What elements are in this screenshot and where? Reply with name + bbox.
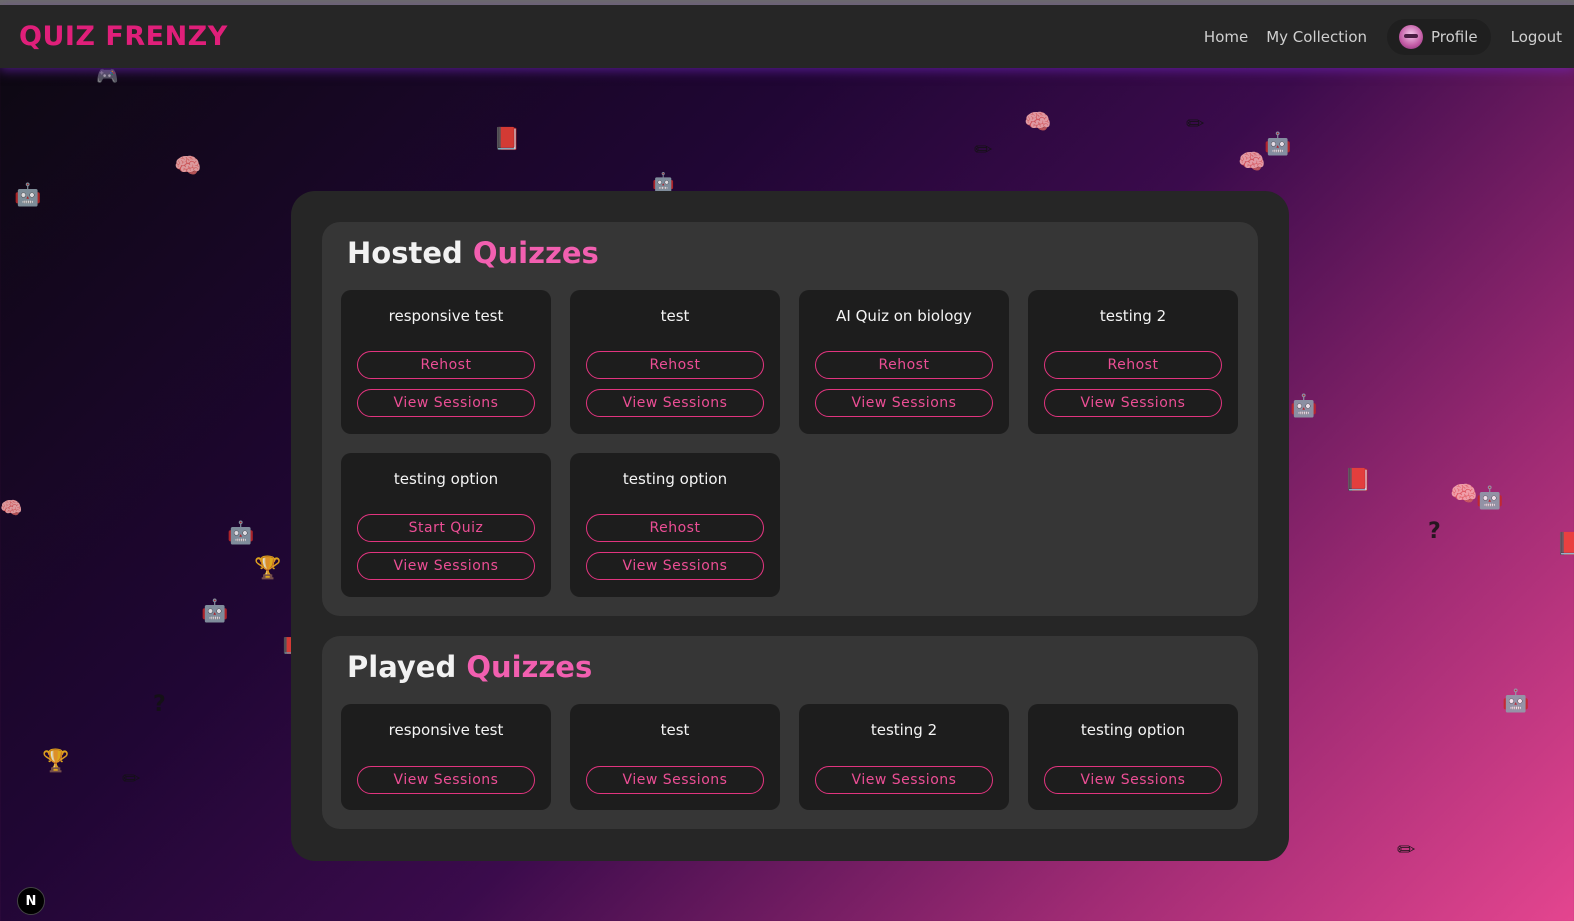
quiz-title: testing 2 [1099,307,1167,325]
hosted-quiz-card: testing 2 Rehost View Sessions [1028,290,1238,434]
book-icon: 📕 [1344,468,1372,493]
view-sessions-button[interactable]: View Sessions [1044,766,1222,794]
hosted-quiz-card: testing option Start Quiz View Sessions [341,453,551,597]
robot-icon: 🤖 [14,183,42,208]
quiz-title: test [660,307,690,325]
view-sessions-button[interactable]: View Sessions [357,389,535,417]
quizzes-panel: Hosted Quizzes responsive test Rehost Vi… [291,191,1289,861]
robot-icon: 🤖 [652,172,675,193]
app-logo[interactable]: QUIZ FRENZY [19,21,228,52]
gamepad-icon: 🎮 [96,66,119,87]
view-sessions-button[interactable]: View Sessions [586,389,764,417]
nav-links: Home My Collection Profile Logout [1204,18,1562,55]
played-title-main: Played [347,650,457,684]
played-quiz-card: testing 2 View Sessions [799,704,1009,810]
brain-icon: 🧠 [174,154,202,179]
robot-icon: 🤖 [1502,689,1530,714]
rehost-button[interactable]: Rehost [815,351,993,379]
rehost-button[interactable]: Rehost [586,351,764,379]
book-icon: 📕 [1556,532,1574,557]
view-sessions-button[interactable]: View Sessions [357,552,535,580]
rehost-button[interactable]: Rehost [357,351,535,379]
brain-icon: 🧠 [1450,482,1478,507]
start-quiz-button[interactable]: Start Quiz [357,514,535,542]
quiz-title: testing option [622,470,728,488]
played-title-accent: Quizzes [466,650,593,684]
brain-icon: 🧠 [1238,150,1266,175]
played-quiz-card: testing option View Sessions [1028,704,1238,810]
played-quiz-card: responsive test View Sessions [341,704,551,810]
hosted-quiz-card: testing option Rehost View Sessions [570,453,780,597]
quiz-title: test [660,721,690,739]
hosted-quiz-card: test Rehost View Sessions [570,290,780,434]
question-mark-icon: ? [1428,519,1441,544]
played-quiz-card: test View Sessions [570,704,780,810]
hosted-quizzes-section: Hosted Quizzes responsive test Rehost Vi… [322,222,1258,616]
hosted-quiz-card: responsive test Rehost View Sessions [341,290,551,434]
hosted-title-main: Hosted [347,236,463,270]
played-quizzes-section: Played Quizzes responsive test View Sess… [322,636,1258,829]
quiz-title: testing 2 [870,721,938,739]
robot-icon: 🤖 [201,599,229,624]
rehost-button[interactable]: Rehost [586,514,764,542]
nav-profile-label: Profile [1431,27,1478,46]
view-sessions-button[interactable]: View Sessions [815,389,993,417]
brain-icon: 🧠 [0,498,23,519]
quiz-title: responsive test [388,721,504,739]
quiz-title: testing option [1080,721,1186,739]
quiz-title: AI Quiz on biology [836,307,972,325]
avatar [1399,24,1423,49]
pencil-icon: ✏ [1186,112,1205,137]
robot-icon: 🤖 [1264,132,1292,157]
brain-icon: 🧠 [1024,110,1052,135]
nav-profile-button[interactable]: Profile [1387,18,1491,55]
nav-collection-link[interactable]: My Collection [1266,28,1367,46]
hosted-title-accent: Quizzes [472,236,599,270]
nav-home-link[interactable]: Home [1204,28,1248,46]
robot-icon: 🤖 [1476,486,1504,511]
rehost-button[interactable]: Rehost [1044,351,1222,379]
view-sessions-button[interactable]: View Sessions [357,766,535,794]
question-mark-icon: ? [153,692,166,717]
view-sessions-button[interactable]: View Sessions [586,766,764,794]
robot-icon: 🤖 [227,521,255,546]
robot-icon: 🤖 [1290,394,1318,419]
hosted-section-title: Hosted Quizzes [347,236,599,270]
played-section-title: Played Quizzes [347,650,592,684]
hosted-quiz-card: AI Quiz on biology Rehost View Sessions [799,290,1009,434]
view-sessions-button[interactable]: View Sessions [815,766,993,794]
quiz-title: responsive test [388,307,504,325]
view-sessions-button[interactable]: View Sessions [586,552,764,580]
nextjs-dev-badge[interactable]: N [17,887,45,915]
pencil-icon: ✏ [1397,838,1416,863]
trophy-icon: 🏆 [42,749,70,774]
view-sessions-button[interactable]: View Sessions [1044,389,1222,417]
book-icon: 📕 [493,127,521,152]
navbar: QUIZ FRENZY Home My Collection Profile L… [0,5,1574,68]
nav-logout-link[interactable]: Logout [1511,28,1562,46]
pencil-icon: ✏ [122,767,141,792]
trophy-icon: 🏆 [254,556,282,581]
quiz-title: testing option [393,470,499,488]
pencil-icon: ✏ [974,138,993,163]
